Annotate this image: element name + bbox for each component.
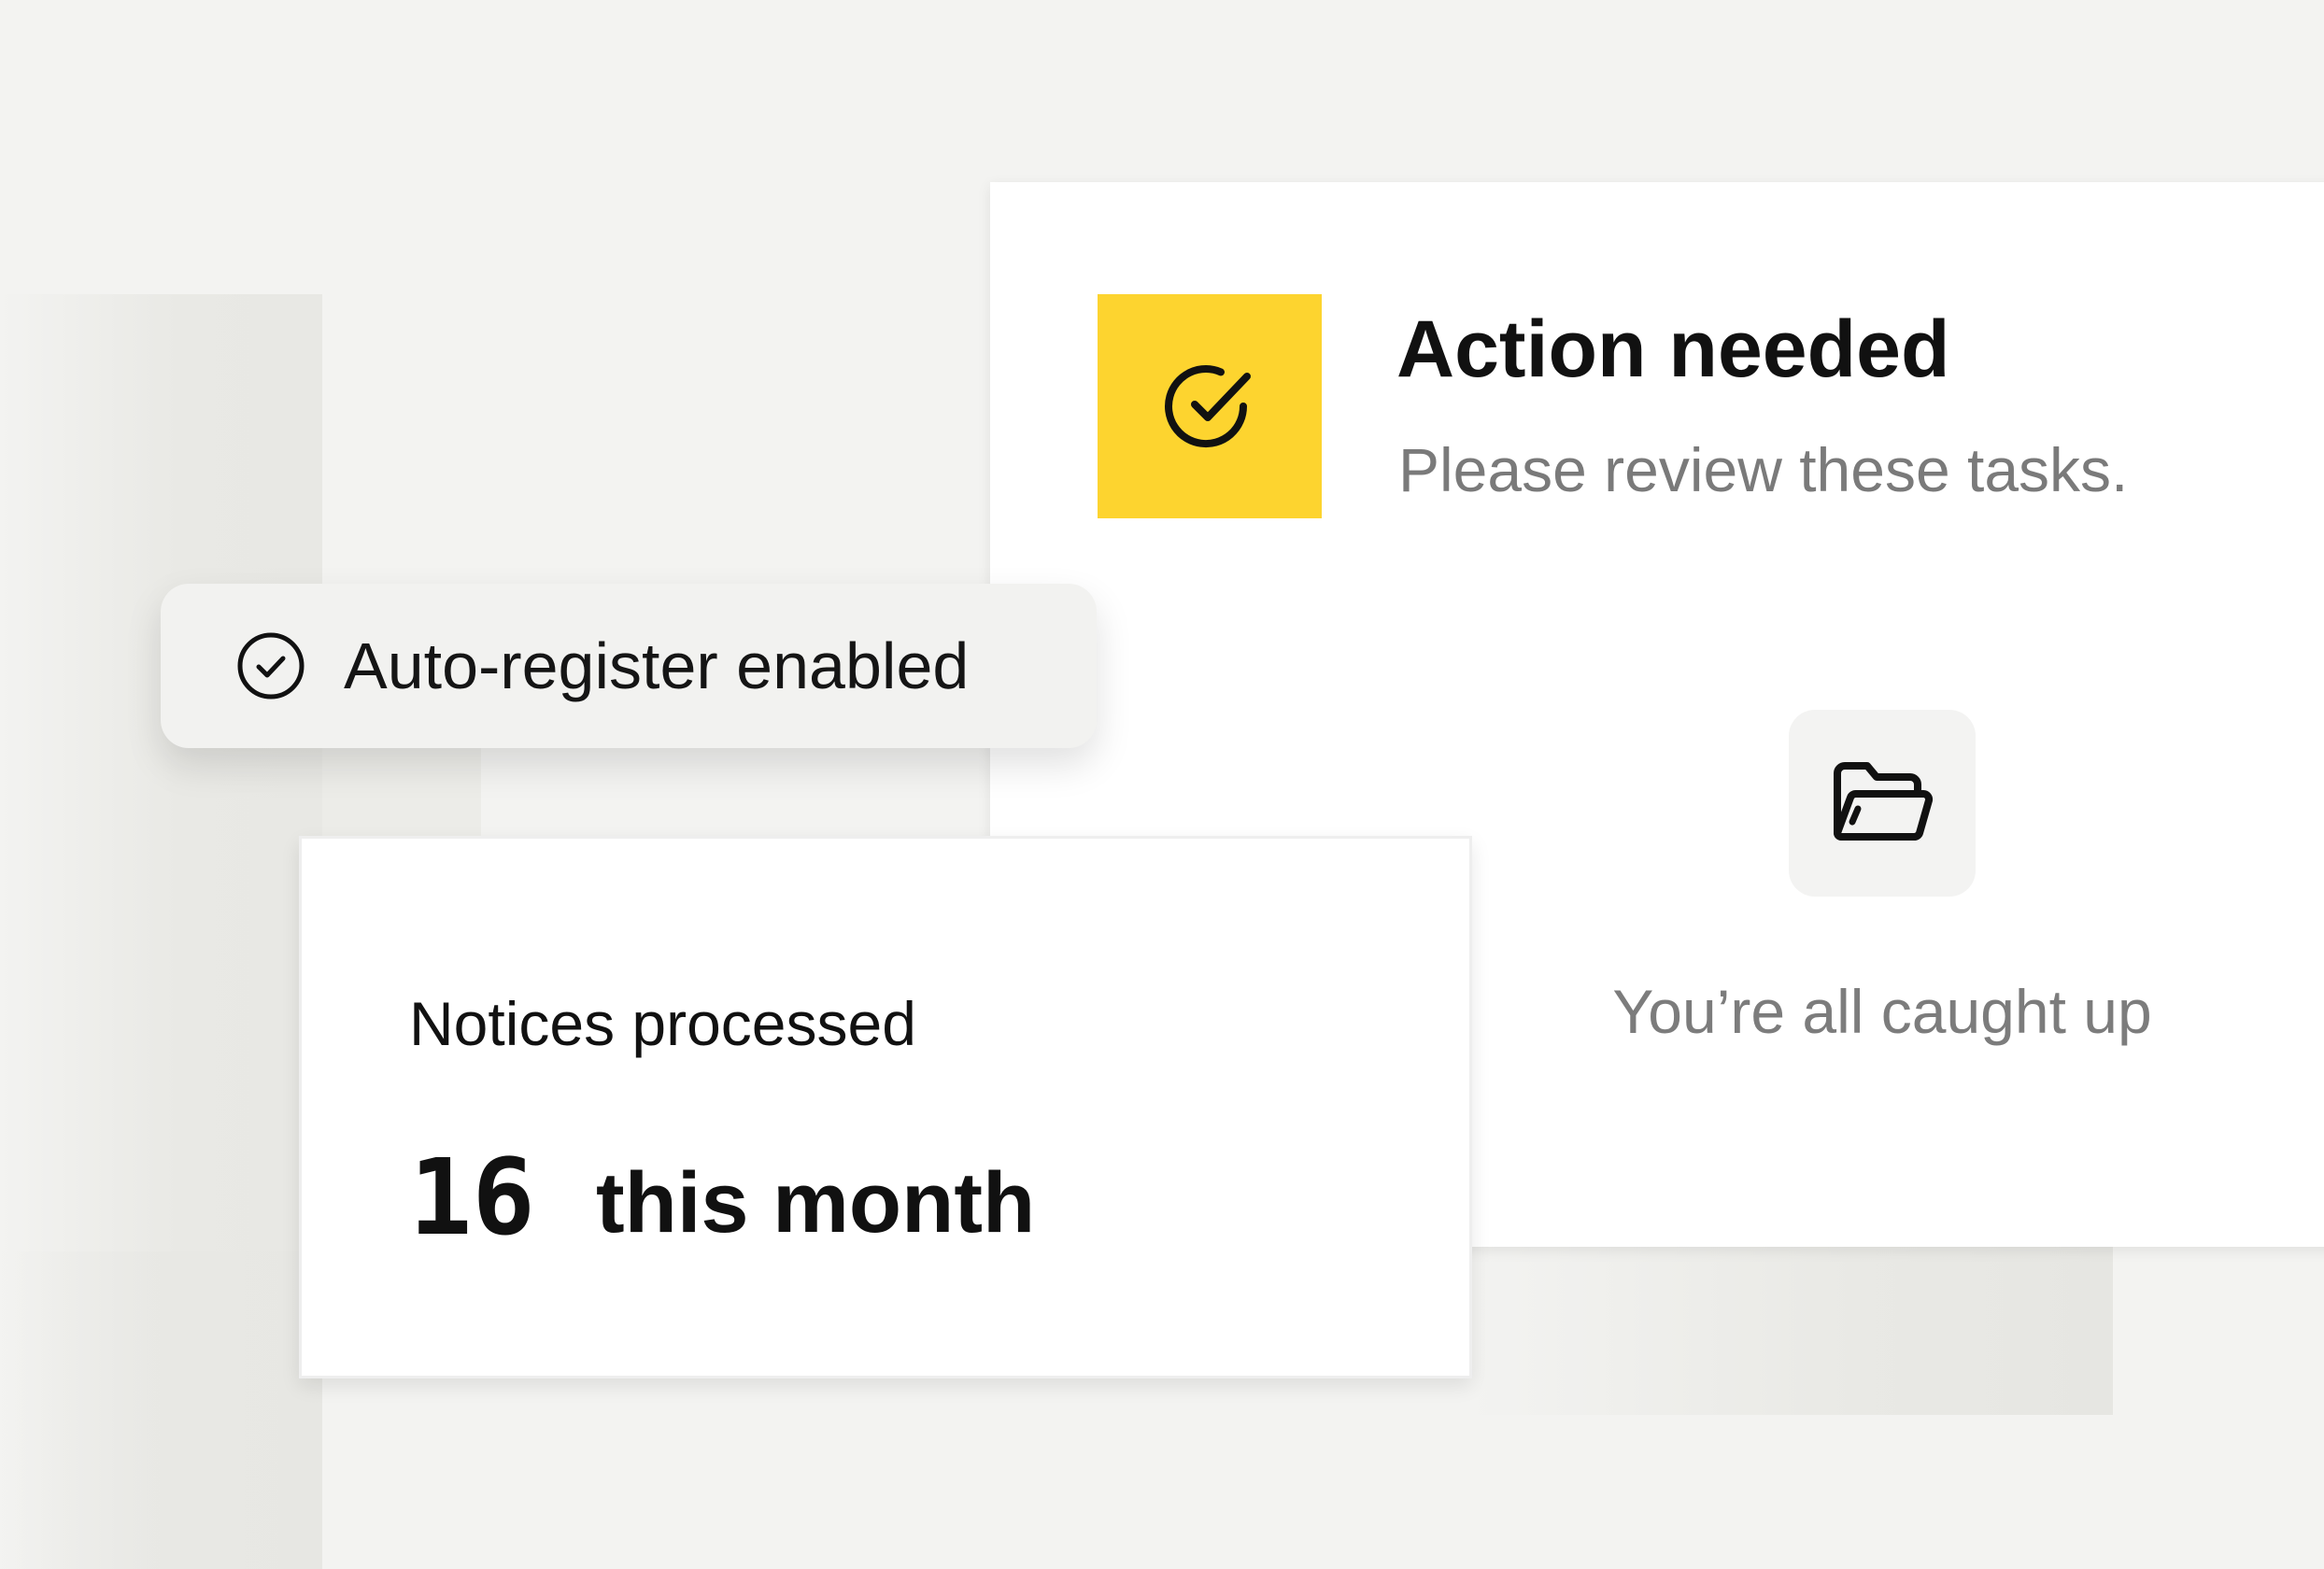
notices-count: 16 bbox=[409, 1138, 535, 1259]
background-panel-bottom-right bbox=[1468, 1242, 2113, 1415]
auto-register-check bbox=[235, 630, 306, 701]
empty-state-text: You’re all caught up bbox=[1612, 977, 2152, 1046]
background-panel-bottom-left bbox=[0, 1251, 322, 1569]
folder-open-icon bbox=[1834, 762, 1934, 841]
action-subtitle: Please review these tasks. bbox=[1398, 435, 2129, 504]
notices-period: this month bbox=[596, 1155, 1036, 1251]
notices-processed-card: Notices processed 16 this month bbox=[299, 836, 1472, 1378]
empty-state-icon-box bbox=[1789, 710, 1976, 897]
check-circle-icon bbox=[1165, 365, 1251, 448]
action-icon-badge bbox=[1098, 294, 1322, 518]
background-panel-middle bbox=[322, 742, 481, 845]
notices-title: Notices processed bbox=[409, 989, 916, 1058]
check-circle-icon bbox=[237, 632, 305, 700]
auto-register-label: Auto-register enabled bbox=[344, 629, 970, 702]
action-title: Action needed bbox=[1396, 304, 1950, 394]
auto-register-badge: Auto-register enabled bbox=[161, 584, 1097, 748]
